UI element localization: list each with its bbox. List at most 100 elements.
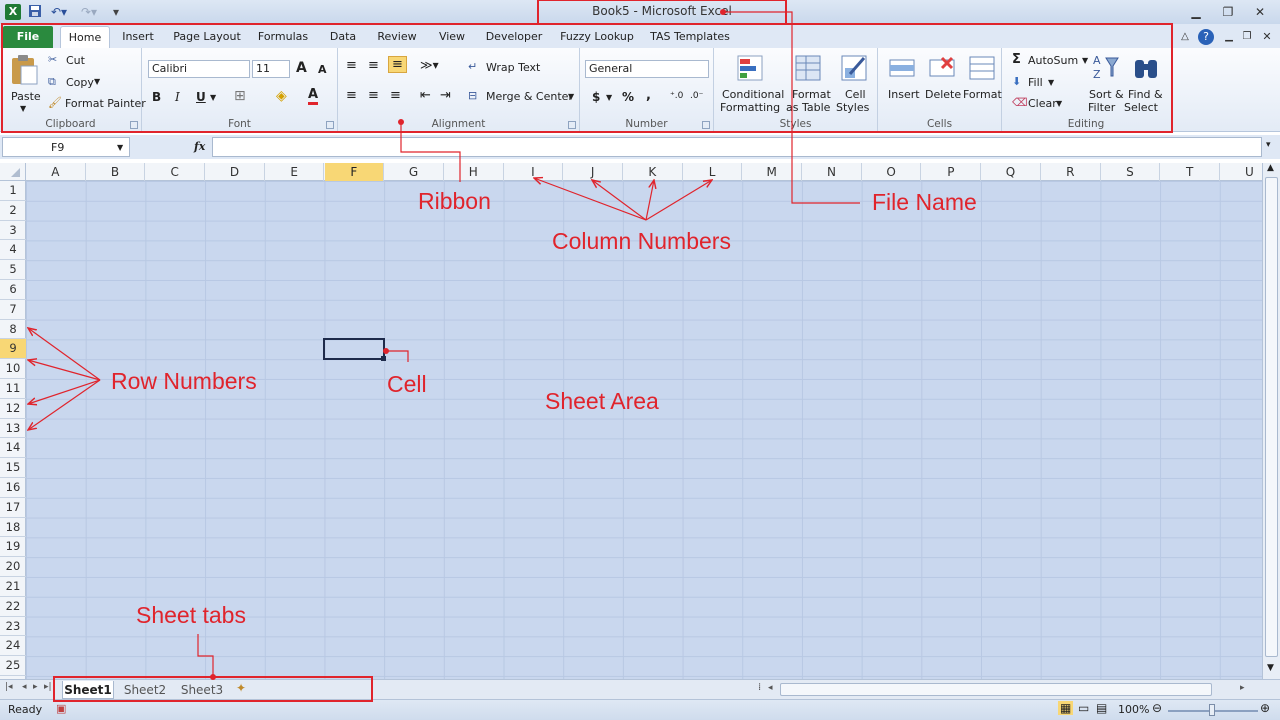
- column-header-b[interactable]: B: [86, 163, 146, 181]
- dialog-launcher-icon[interactable]: [130, 121, 138, 129]
- horizontal-scrollbar[interactable]: [780, 683, 1212, 696]
- decrease-indent-icon[interactable]: ⇤: [420, 88, 431, 103]
- minimize-icon[interactable]: ▁: [1184, 3, 1208, 21]
- row-header-21[interactable]: 21: [0, 577, 26, 597]
- shrink-font-icon[interactable]: A: [318, 63, 327, 76]
- format-cells-button[interactable]: Format: [962, 52, 1002, 118]
- undo-icon[interactable]: ↶▾: [48, 4, 70, 20]
- close-icon[interactable]: ✕: [1248, 3, 1272, 21]
- page-break-view-icon[interactable]: ▤: [1096, 701, 1107, 715]
- row-header-20[interactable]: 20: [0, 557, 26, 577]
- first-sheet-icon[interactable]: |◂: [5, 682, 13, 692]
- format-as-table-button[interactable]: Format as Table: [786, 52, 831, 118]
- column-header-c[interactable]: C: [145, 163, 206, 181]
- vertical-scrollbar[interactable]: ▲ ▼: [1262, 163, 1280, 679]
- tab-split-handle[interactable]: ⁞: [758, 682, 761, 693]
- wrap-text-button[interactable]: ↵ Wrap Text: [468, 60, 568, 76]
- workbook-restore-icon[interactable]: ❐: [1238, 28, 1256, 46]
- zoom-slider-thumb[interactable]: [1209, 704, 1215, 716]
- find-select-button[interactable]: Find & Select: [1124, 52, 1166, 118]
- scroll-up-icon[interactable]: ▲: [1267, 163, 1274, 173]
- column-header-n[interactable]: N: [802, 163, 862, 181]
- underline-button[interactable]: U: [196, 90, 206, 104]
- fill-button[interactable]: ⬇ Fill ▼: [1010, 75, 1070, 91]
- tab-view[interactable]: View: [434, 26, 470, 48]
- dialog-launcher-icon[interactable]: [326, 121, 334, 129]
- column-header-s[interactable]: S: [1101, 163, 1161, 181]
- italic-button[interactable]: I: [175, 90, 180, 104]
- scroll-down-icon[interactable]: ▼: [1267, 663, 1274, 673]
- sheet-tab-2[interactable]: Sheet2: [118, 681, 172, 699]
- column-header-a[interactable]: A: [26, 163, 86, 181]
- borders-icon[interactable]: ⊞: [234, 88, 246, 104]
- fill-color-icon[interactable]: ◈: [276, 88, 287, 104]
- tab-review[interactable]: Review: [374, 26, 420, 48]
- next-sheet-icon[interactable]: ▸: [33, 682, 38, 692]
- new-sheet-icon[interactable]: ✦: [236, 681, 246, 695]
- prev-sheet-icon[interactable]: ◂: [22, 682, 27, 692]
- row-header-18[interactable]: 18: [0, 518, 26, 538]
- column-header-i[interactable]: I: [504, 163, 564, 181]
- column-header-g[interactable]: G: [384, 163, 444, 181]
- redo-icon[interactable]: ↷▾: [78, 4, 100, 20]
- scroll-right-icon[interactable]: ▸: [1240, 683, 1245, 693]
- autosum-button[interactable]: Σ AutoSum ▼: [1010, 52, 1090, 69]
- row-header-6[interactable]: 6: [0, 280, 26, 300]
- increase-decimal-icon[interactable]: ⁺.0: [670, 91, 683, 101]
- format-painter-button[interactable]: 🖌 Format Painter: [48, 96, 146, 112]
- function-icon[interactable]: fx: [194, 140, 205, 153]
- grow-font-icon[interactable]: A: [296, 60, 307, 76]
- scroll-thumb[interactable]: [1265, 177, 1278, 657]
- orientation-icon[interactable]: ≫▾: [420, 58, 439, 72]
- column-header-q[interactable]: Q: [981, 163, 1041, 181]
- tab-home[interactable]: Home: [60, 26, 110, 48]
- align-top-icon[interactable]: ≡: [346, 58, 357, 73]
- align-bottom-icon[interactable]: ≡: [388, 56, 407, 73]
- cut-button[interactable]: ✂ Cut: [48, 53, 128, 69]
- column-header-k[interactable]: K: [623, 163, 683, 181]
- row-header-25[interactable]: 25: [0, 656, 26, 676]
- column-header-f[interactable]: F: [324, 163, 385, 181]
- font-color-button[interactable]: A: [308, 88, 319, 105]
- increase-indent-icon[interactable]: ⇥: [440, 88, 451, 103]
- tab-insert[interactable]: Insert: [117, 26, 159, 48]
- last-sheet-icon[interactable]: ▸|: [44, 682, 52, 692]
- help-icon[interactable]: ?: [1197, 27, 1215, 45]
- conditional-formatting-button[interactable]: Conditional Formatting: [718, 52, 784, 118]
- row-header-8[interactable]: 8: [0, 320, 26, 340]
- row-header-1[interactable]: 1: [0, 181, 26, 201]
- dialog-launcher-icon[interactable]: [702, 121, 710, 129]
- normal-view-icon[interactable]: ▦: [1058, 701, 1074, 715]
- comma-button[interactable]: ,: [646, 88, 651, 103]
- row-header-9[interactable]: 9: [0, 339, 26, 360]
- page-layout-view-icon[interactable]: ▭: [1078, 701, 1089, 715]
- tab-developer[interactable]: Developer: [484, 26, 544, 48]
- row-header-14[interactable]: 14: [0, 438, 26, 459]
- currency-button[interactable]: $: [592, 90, 600, 104]
- row-header-2[interactable]: 2: [0, 201, 26, 221]
- select-all-button[interactable]: [0, 163, 26, 181]
- cell-styles-button[interactable]: Cell Styles: [834, 52, 874, 118]
- row-header-4[interactable]: 4: [0, 240, 26, 261]
- column-header-j[interactable]: J: [563, 163, 623, 181]
- clear-button[interactable]: ⌫ Clear ▼: [1010, 96, 1080, 112]
- align-middle-icon[interactable]: ≡: [368, 58, 379, 73]
- delete-cells-button[interactable]: Delete: [922, 52, 962, 118]
- row-header-5[interactable]: 5: [0, 260, 26, 280]
- zoom-level[interactable]: 100%: [1118, 703, 1149, 716]
- zoom-out-icon[interactable]: ⊖: [1152, 701, 1162, 715]
- column-header-p[interactable]: P: [922, 163, 982, 181]
- row-header-23[interactable]: 23: [0, 617, 26, 637]
- tab-formulas[interactable]: Formulas: [254, 26, 312, 48]
- sort-filter-button[interactable]: AZ Sort & Filter: [1086, 52, 1126, 118]
- row-header-16[interactable]: 16: [0, 478, 26, 498]
- column-header-r[interactable]: R: [1041, 163, 1101, 181]
- align-left-icon[interactable]: ≡: [346, 88, 357, 103]
- tab-page-layout[interactable]: Page Layout: [172, 26, 242, 48]
- row-header-11[interactable]: 11: [0, 379, 26, 399]
- column-header-l[interactable]: L: [683, 163, 743, 181]
- save-icon[interactable]: [28, 4, 42, 20]
- dialog-launcher-icon[interactable]: [568, 121, 576, 129]
- selected-cell[interactable]: [323, 338, 385, 360]
- column-header-h[interactable]: H: [444, 163, 504, 181]
